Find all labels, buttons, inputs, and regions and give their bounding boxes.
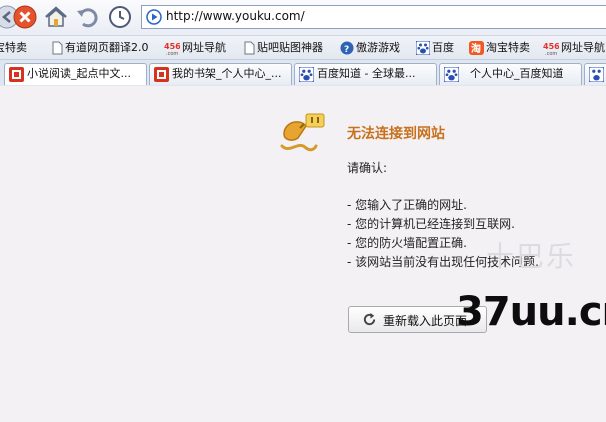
svg-text:456: 456: [164, 42, 180, 51]
tab-label: 我的书架_个人中心_...: [172, 67, 282, 80]
tab-strip: 小说阅读_起点中文... 我的书架_个人中心_... 百度知道 - 全球最...…: [0, 59, 606, 86]
check-item: - 您的计算机已经连接到互联网.: [347, 217, 515, 231]
tab-label: 小说阅读_起点中文...: [27, 67, 131, 80]
undo-icon[interactable]: [75, 4, 101, 30]
site-favicon-icon: [146, 9, 162, 25]
page-icon: [244, 41, 255, 55]
tab-personal-center[interactable]: 个人中心_百度知道: [439, 63, 582, 85]
tab-baidu-zhidao[interactable]: 百度知道 - 全球最...: [294, 63, 437, 85]
address-url[interactable]: http://www.youku.com/: [166, 9, 305, 23]
bookmark-item[interactable]: 456 .com 网址导航: [543, 39, 605, 57]
bookmark-label: 网址导航: [561, 41, 605, 54]
bookmark-item[interactable]: 有道网页翻译2.0: [52, 39, 149, 57]
bookmark-label: 傲游游戏: [356, 41, 400, 54]
taobao-icon: 淘: [469, 41, 484, 55]
baidu-paw-icon: [416, 41, 430, 55]
tab-overflow[interactable]: [584, 63, 606, 85]
refresh-icon: [363, 312, 376, 326]
bookmark-item[interactable]: 百度: [416, 39, 454, 57]
bookmark-item[interactable]: 贴吧贴图神器: [244, 39, 323, 57]
svg-text:456: 456: [543, 42, 559, 51]
bookmarks-bar: 宝特卖 有道网页翻译2.0 456 .com 网址导航 贴吧贴图神器 ? 傲游游…: [0, 35, 606, 59]
tab-qidian-reading[interactable]: 小说阅读_起点中文...: [4, 63, 147, 85]
bookmark-label: 百度: [432, 41, 454, 54]
hao456-icon: 456 .com: [543, 42, 559, 55]
bookmark-label: 有道网页翻译2.0: [65, 41, 149, 54]
error-title: 无法连接到网站: [347, 126, 445, 142]
faint-watermark: 十巴乐: [486, 240, 577, 273]
address-bar[interactable]: http://www.youku.com/: [141, 5, 606, 29]
maxthon-icon: ?: [340, 41, 354, 55]
svg-text:?: ?: [344, 45, 349, 55]
svg-text:.com: .com: [166, 51, 178, 55]
reload-button-label: 重新载入此页面: [383, 314, 468, 328]
tab-label: 百度知道 - 全球最...: [317, 67, 416, 80]
stop-icon[interactable]: [12, 4, 38, 30]
baidu-paw-icon: [299, 67, 314, 82]
svg-text:.com: .com: [545, 51, 557, 55]
bookmark-item[interactable]: ? 傲游游戏: [340, 39, 400, 57]
unplugged-plug-icon: [280, 113, 325, 152]
history-clock-icon[interactable]: [107, 4, 133, 30]
tab-my-bookshelf[interactable]: 我的书架_个人中心_...: [149, 63, 292, 85]
bookmark-label: 网址导航: [182, 41, 226, 54]
bookmark-item[interactable]: 456 .com 网址导航: [164, 39, 226, 57]
page-icon: [52, 41, 63, 55]
baidu-paw-icon: [589, 67, 604, 82]
bookmark-label: 淘宝特卖: [486, 41, 530, 54]
tab-label: 个人中心_百度知道: [470, 67, 564, 80]
bookmark-item[interactable]: 宝特卖: [0, 39, 27, 57]
qidian-icon: [154, 67, 169, 82]
hao456-icon: 456 .com: [164, 42, 180, 55]
navigation-toolbar: http://www.youku.com/: [0, 0, 606, 35]
bookmark-label: 贴吧贴图神器: [257, 41, 323, 54]
check-item: - 您输入了正确的网址.: [347, 198, 467, 212]
home-icon[interactable]: [43, 4, 69, 30]
site-watermark: 37uu.cn: [456, 289, 606, 335]
bookmark-label: 宝特卖: [0, 41, 27, 54]
bookmark-item[interactable]: 淘 淘宝特卖: [469, 39, 530, 57]
baidu-paw-icon: [444, 67, 459, 82]
confirm-label: 请确认:: [347, 161, 388, 175]
qidian-icon: [9, 67, 24, 82]
svg-text:淘: 淘: [471, 42, 481, 55]
